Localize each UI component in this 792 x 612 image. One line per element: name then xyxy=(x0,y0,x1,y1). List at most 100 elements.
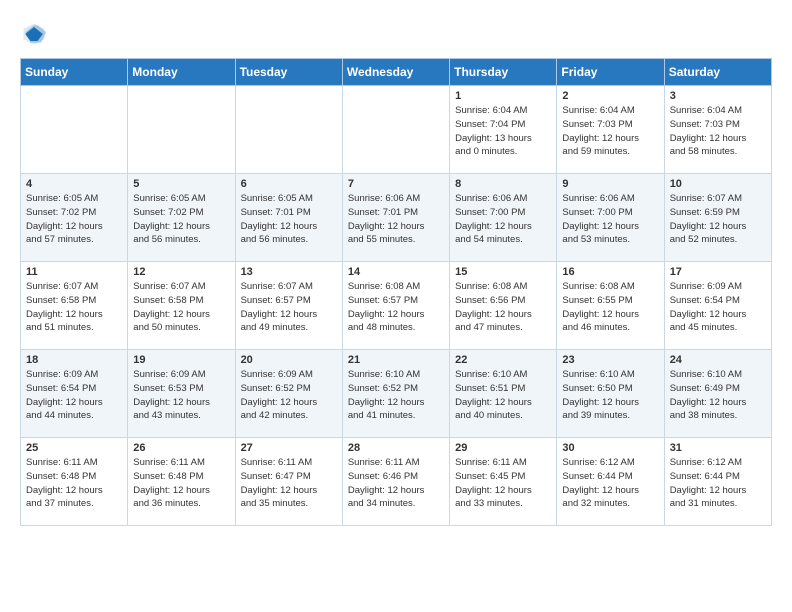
weekday-header-saturday: Saturday xyxy=(664,59,771,86)
day-info: Sunrise: 6:11 AM Sunset: 6:47 PM Dayligh… xyxy=(241,456,338,511)
day-number: 7 xyxy=(348,178,445,190)
day-info: Sunrise: 6:07 AM Sunset: 6:59 PM Dayligh… xyxy=(670,192,767,247)
calendar-cell: 10 Sunrise: 6:07 AM Sunset: 6:59 PM Dayli… xyxy=(664,174,771,262)
day-info: Sunrise: 6:06 AM Sunset: 7:00 PM Dayligh… xyxy=(562,192,659,247)
day-info: Sunrise: 6:12 AM Sunset: 6:44 PM Dayligh… xyxy=(670,456,767,511)
day-number: 25 xyxy=(26,442,123,454)
calendar-cell: 17Sunrise: 6:09 AM Sunset: 6:54 PM Dayli… xyxy=(664,262,771,350)
day-number: 27 xyxy=(241,442,338,454)
calendar-cell: 7 Sunrise: 6:06 AM Sunset: 7:01 PM Daylig… xyxy=(342,174,449,262)
day-info: Sunrise: 6:12 AM Sunset: 6:44 PM Dayligh… xyxy=(562,456,659,511)
day-number: 29 xyxy=(455,442,552,454)
week-row-5: 25 Sunrise: 6:11 AM Sunset: 6:48 PM Dayli… xyxy=(21,438,772,526)
week-row-4: 18 Sunrise: 6:09 AM Sunset: 6:54 PM Dayli… xyxy=(21,350,772,438)
calendar-cell: 27 Sunrise: 6:11 AM Sunset: 6:47 PM Dayli… xyxy=(235,438,342,526)
day-info: Sunrise: 6:10 AM Sunset: 6:52 PM Dayligh… xyxy=(348,368,445,423)
day-number: 30 xyxy=(562,442,659,454)
calendar-cell: 13 Sunrise: 6:07 AM Sunset: 6:57 PM Dayli… xyxy=(235,262,342,350)
day-number: 10 xyxy=(670,178,767,190)
day-number: 1 xyxy=(455,90,552,102)
calendar-cell xyxy=(21,86,128,174)
day-number: 4 xyxy=(26,178,123,190)
calendar-cell: 19 Sunrise: 6:09 AM Sunset: 6:53 PM Dayli… xyxy=(128,350,235,438)
calendar-cell: 11 Sunrise: 6:07 AM Sunset: 6:58 PM Dayli… xyxy=(21,262,128,350)
calendar-cell: 1 Sunrise: 6:04 AM Sunset: 7:04 PM Daylig… xyxy=(450,86,557,174)
weekday-header-thursday: Thursday xyxy=(450,59,557,86)
calendar-cell: 8 Sunrise: 6:06 AM Sunset: 7:00 PM Daylig… xyxy=(450,174,557,262)
calendar-cell: 28 Sunrise: 6:11 AM Sunset: 6:46 PM Dayli… xyxy=(342,438,449,526)
day-info: Sunrise: 6:05 AM Sunset: 7:02 PM Dayligh… xyxy=(133,192,230,247)
day-info: Sunrise: 6:09 AM Sunset: 6:53 PM Dayligh… xyxy=(133,368,230,423)
day-info: Sunrise: 6:07 AM Sunset: 6:58 PM Dayligh… xyxy=(133,280,230,335)
week-row-1: 1 Sunrise: 6:04 AM Sunset: 7:04 PM Daylig… xyxy=(21,86,772,174)
calendar-cell: 21 Sunrise: 6:10 AM Sunset: 6:52 PM Dayli… xyxy=(342,350,449,438)
weekday-header-sunday: Sunday xyxy=(21,59,128,86)
day-number: 19 xyxy=(133,354,230,366)
calendar-cell: 30 Sunrise: 6:12 AM Sunset: 6:44 PM Dayli… xyxy=(557,438,664,526)
day-info: Sunrise: 6:07 AM Sunset: 6:57 PM Dayligh… xyxy=(241,280,338,335)
day-info: Sunrise: 6:09 AM Sunset: 6:54 PM Dayligh… xyxy=(26,368,123,423)
day-number: 31 xyxy=(670,442,767,454)
day-info: Sunrise: 6:10 AM Sunset: 6:50 PM Dayligh… xyxy=(562,368,659,423)
day-info: Sunrise: 6:10 AM Sunset: 6:51 PM Dayligh… xyxy=(455,368,552,423)
day-number: 2 xyxy=(562,90,659,102)
day-number: 22 xyxy=(455,354,552,366)
day-number: 18 xyxy=(26,354,123,366)
calendar-cell: 3 Sunrise: 6:04 AM Sunset: 7:03 PM Daylig… xyxy=(664,86,771,174)
calendar-cell: 22 Sunrise: 6:10 AM Sunset: 6:51 PM Dayli… xyxy=(450,350,557,438)
calendar-cell xyxy=(235,86,342,174)
logo xyxy=(20,20,52,48)
day-number: 20 xyxy=(241,354,338,366)
day-info: Sunrise: 6:08 AM Sunset: 6:57 PM Dayligh… xyxy=(348,280,445,335)
day-info: Sunrise: 6:11 AM Sunset: 6:45 PM Dayligh… xyxy=(455,456,552,511)
day-number: 15 xyxy=(455,266,552,278)
calendar-cell: 12 Sunrise: 6:07 AM Sunset: 6:58 PM Dayli… xyxy=(128,262,235,350)
calendar-cell: 31 Sunrise: 6:12 AM Sunset: 6:44 PM Dayli… xyxy=(664,438,771,526)
calendar-cell: 16 Sunrise: 6:08 AM Sunset: 6:55 PM Dayli… xyxy=(557,262,664,350)
day-info: Sunrise: 6:10 AM Sunset: 6:49 PM Dayligh… xyxy=(670,368,767,423)
day-number: 28 xyxy=(348,442,445,454)
calendar-cell: 6 Sunrise: 6:05 AM Sunset: 7:01 PM Daylig… xyxy=(235,174,342,262)
day-info: Sunrise: 6:05 AM Sunset: 7:01 PM Dayligh… xyxy=(241,192,338,247)
calendar-cell xyxy=(128,86,235,174)
day-number: 12 xyxy=(133,266,230,278)
day-number: 3 xyxy=(670,90,767,102)
day-number: 5 xyxy=(133,178,230,190)
day-number: 14 xyxy=(348,266,445,278)
calendar-cell: 14 Sunrise: 6:08 AM Sunset: 6:57 PM Dayli… xyxy=(342,262,449,350)
day-info: Sunrise: 6:04 AM Sunset: 7:04 PM Dayligh… xyxy=(455,104,552,159)
day-info: Sunrise: 6:06 AM Sunset: 7:01 PM Dayligh… xyxy=(348,192,445,247)
day-info: Sunrise: 6:08 AM Sunset: 6:56 PM Dayligh… xyxy=(455,280,552,335)
day-info: Sunrise: 6:09 AM Sunset: 6:52 PM Dayligh… xyxy=(241,368,338,423)
calendar-cell: 18 Sunrise: 6:09 AM Sunset: 6:54 PM Dayli… xyxy=(21,350,128,438)
day-info: Sunrise: 6:06 AM Sunset: 7:00 PM Dayligh… xyxy=(455,192,552,247)
day-number: 13 xyxy=(241,266,338,278)
weekday-header-friday: Friday xyxy=(557,59,664,86)
weekday-header-wednesday: Wednesday xyxy=(342,59,449,86)
week-row-2: 4 Sunrise: 6:05 AM Sunset: 7:02 PM Daylig… xyxy=(21,174,772,262)
calendar-cell xyxy=(342,86,449,174)
calendar-cell: 15 Sunrise: 6:08 AM Sunset: 6:56 PM Dayli… xyxy=(450,262,557,350)
day-info: Sunrise: 6:11 AM Sunset: 6:46 PM Dayligh… xyxy=(348,456,445,511)
day-number: 17 xyxy=(670,266,767,278)
day-info: Sunrise: 6:07 AM Sunset: 6:58 PM Dayligh… xyxy=(26,280,123,335)
day-number: 16 xyxy=(562,266,659,278)
calendar-cell: 20 Sunrise: 6:09 AM Sunset: 6:52 PM Dayli… xyxy=(235,350,342,438)
weekday-header-tuesday: Tuesday xyxy=(235,59,342,86)
logo-icon xyxy=(20,20,48,48)
calendar-cell: 24Sunrise: 6:10 AM Sunset: 6:49 PM Dayli… xyxy=(664,350,771,438)
day-info: Sunrise: 6:04 AM Sunset: 7:03 PM Dayligh… xyxy=(670,104,767,159)
day-number: 8 xyxy=(455,178,552,190)
day-info: Sunrise: 6:11 AM Sunset: 6:48 PM Dayligh… xyxy=(26,456,123,511)
day-number: 11 xyxy=(26,266,123,278)
day-info: Sunrise: 6:05 AM Sunset: 7:02 PM Dayligh… xyxy=(26,192,123,247)
weekday-header-row: SundayMondayTuesdayWednesdayThursdayFrid… xyxy=(21,59,772,86)
day-info: Sunrise: 6:08 AM Sunset: 6:55 PM Dayligh… xyxy=(562,280,659,335)
day-number: 21 xyxy=(348,354,445,366)
day-number: 26 xyxy=(133,442,230,454)
calendar-table: SundayMondayTuesdayWednesdayThursdayFrid… xyxy=(20,58,772,526)
day-number: 6 xyxy=(241,178,338,190)
calendar-cell: 23Sunrise: 6:10 AM Sunset: 6:50 PM Dayli… xyxy=(557,350,664,438)
calendar-cell: 29 Sunrise: 6:11 AM Sunset: 6:45 PM Dayli… xyxy=(450,438,557,526)
calendar-cell: 25 Sunrise: 6:11 AM Sunset: 6:48 PM Dayli… xyxy=(21,438,128,526)
